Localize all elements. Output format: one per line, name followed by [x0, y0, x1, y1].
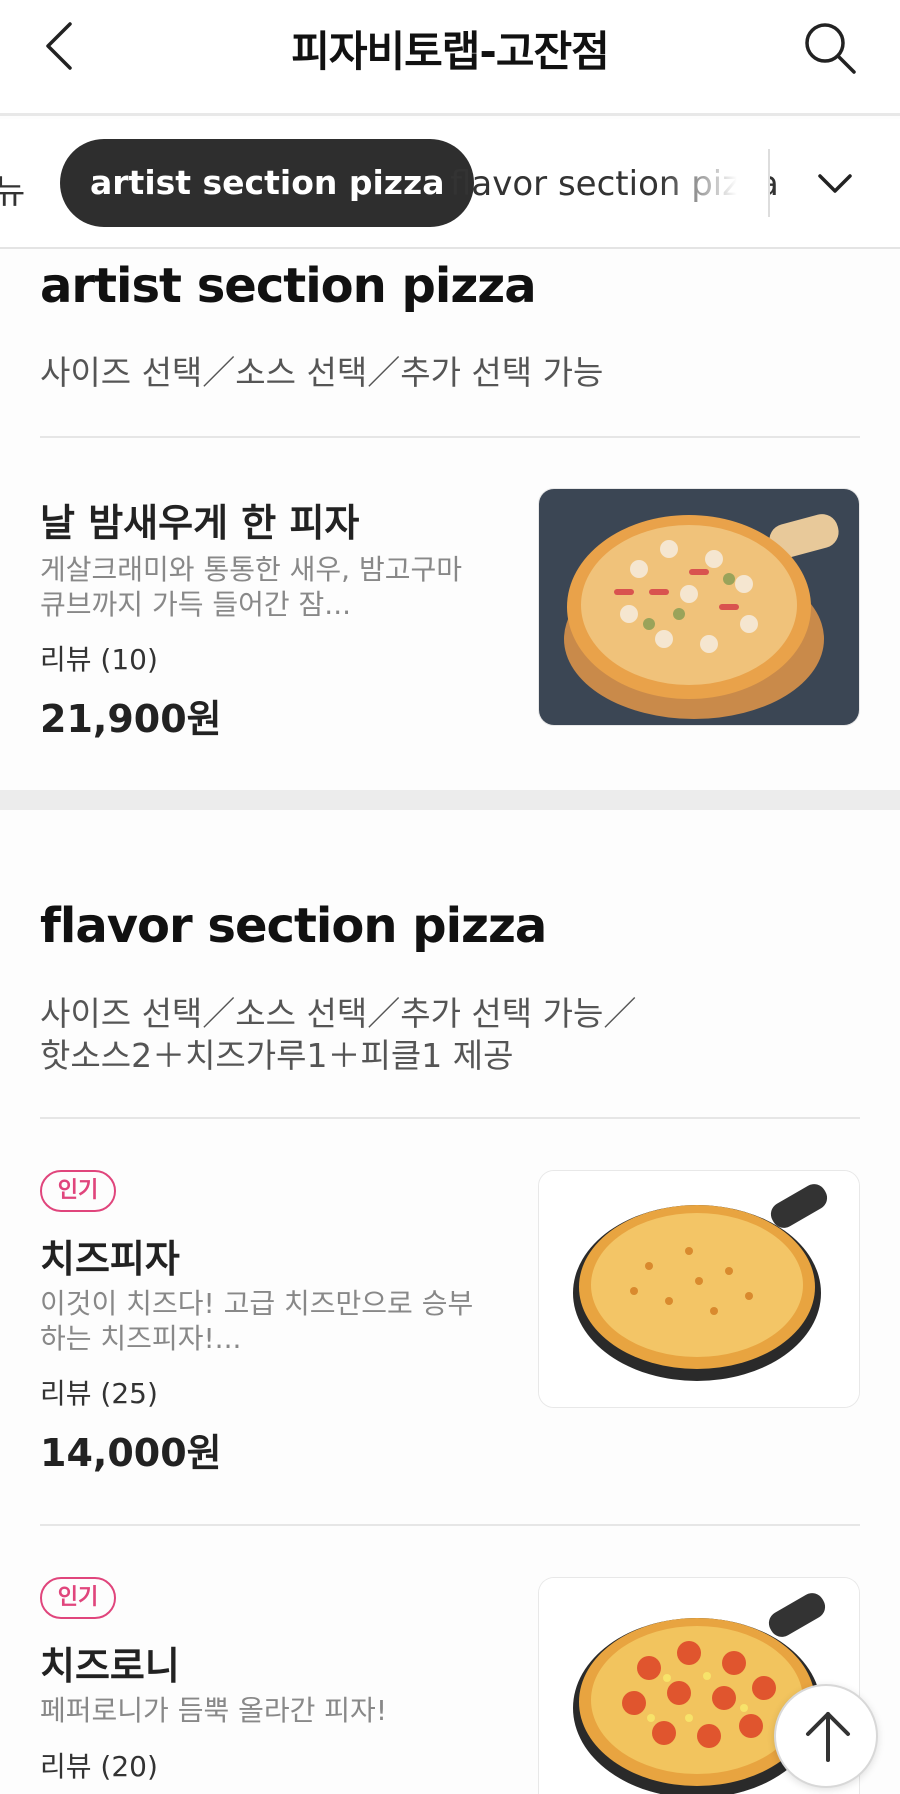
- divider: [40, 1117, 860, 1119]
- section-description: 사이즈 선택／소스 선택／추가 선택 가능／핫소스2＋치즈가루1＋피클1 제공: [40, 994, 637, 1075]
- item-name: 날 밤새우게 한 피자: [40, 501, 360, 545]
- item-name: 치즈피자: [40, 1237, 180, 1281]
- item-price: 21,900원: [40, 697, 222, 741]
- item-price: 14,000원: [40, 1431, 222, 1475]
- item-review-count: 리뷰 (10): [40, 643, 158, 676]
- item-image: [538, 1170, 860, 1408]
- tab-artist-section-pizza[interactable]: artist section pizza: [60, 139, 475, 227]
- item-review-count: 리뷰 (20): [40, 1750, 158, 1783]
- arrow-up-icon: [806, 1712, 850, 1762]
- item-review-count: 리뷰 (25): [40, 1377, 158, 1410]
- app-header: 피자비토랩-고잔점: [0, 0, 900, 116]
- section-description: 사이즈 선택／소스 선택／추가 선택 가능: [40, 353, 604, 392]
- section-title: artist section pizza: [40, 258, 537, 314]
- tab-fade-overlay: [660, 139, 770, 229]
- item-description: 이것이 치즈다! 고급 치즈만으로 승부하는 치즈피자!...: [40, 1287, 474, 1355]
- item-name: 치즈로니: [40, 1644, 180, 1688]
- divider: [40, 1524, 860, 1526]
- item-image: [538, 488, 860, 726]
- chevron-down-icon[interactable]: [810, 159, 860, 209]
- tab-previous[interactable]: 뉴: [0, 164, 25, 213]
- divider: [40, 436, 860, 438]
- item-description: 페퍼로니가 듬뿍 올라간 피자!: [40, 1694, 388, 1727]
- scroll-to-top-button[interactable]: [774, 1684, 878, 1788]
- section-separator: [0, 790, 900, 810]
- popular-badge: 인기: [40, 1577, 116, 1619]
- item-description: 게살크래미와 통통한 새우, 밤고구마큐브까지 가득 들어간 잠...: [40, 553, 463, 621]
- popular-badge: 인기: [40, 1170, 116, 1212]
- search-icon[interactable]: [798, 16, 862, 80]
- page-title: 피자비토랩-고잔점: [291, 27, 610, 76]
- category-tabs: 뉴 artist section pizza flavor section pi…: [0, 119, 900, 249]
- tab-divider: [768, 149, 770, 217]
- section-title: flavor section pizza: [40, 898, 547, 954]
